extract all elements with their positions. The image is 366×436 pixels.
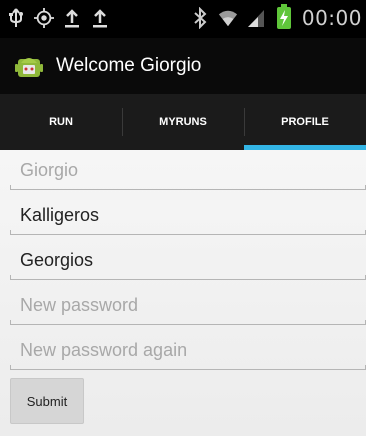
last-name-value: Kalligeros [20, 205, 100, 225]
username-field[interactable]: Giorgio [10, 152, 366, 192]
new-password-placeholder: New password [20, 295, 139, 315]
action-bar: Welcome Giorgio [0, 38, 366, 94]
clock: 00:00 [301, 6, 362, 30]
status-bar: 00:00 [0, 0, 366, 38]
usb-icon [6, 6, 26, 30]
tab-profile-label: PROFILE [281, 116, 329, 128]
username-placeholder: Giorgio [20, 160, 79, 180]
field-underline [10, 320, 366, 325]
field-underline [10, 275, 366, 280]
new-password-again-field[interactable]: New password again [10, 332, 366, 372]
new-password-field[interactable]: New password [10, 287, 366, 327]
new-password-again-placeholder: New password again [20, 340, 188, 360]
last-name-field[interactable]: Kalligeros [10, 197, 366, 237]
tab-myruns[interactable]: MYRUNS [122, 94, 244, 150]
profile-form: Giorgio Kalligeros Georgios New password… [0, 150, 366, 436]
tab-myruns-label: MYRUNS [159, 116, 207, 128]
wifi-icon [218, 6, 238, 30]
app-title: Welcome Giorgio [56, 55, 202, 76]
android-app-icon[interactable] [14, 51, 44, 81]
tab-run-label: RUN [49, 116, 73, 128]
bluetooth-icon [190, 6, 210, 30]
field-underline [10, 230, 366, 235]
first-name-field[interactable]: Georgios [10, 242, 366, 282]
field-underline [10, 185, 366, 190]
upload-icon [90, 6, 110, 30]
tab-profile[interactable]: PROFILE [244, 94, 366, 150]
upload-icon [62, 6, 82, 30]
battery-charging-icon [274, 4, 294, 30]
field-underline [10, 365, 366, 370]
tab-bar: RUN MYRUNS PROFILE [0, 94, 366, 150]
tab-run[interactable]: RUN [0, 94, 122, 150]
signal-icon [246, 6, 266, 30]
gps-icon [34, 6, 54, 30]
submit-button[interactable]: Submit [10, 378, 84, 424]
first-name-value: Georgios [20, 250, 94, 270]
